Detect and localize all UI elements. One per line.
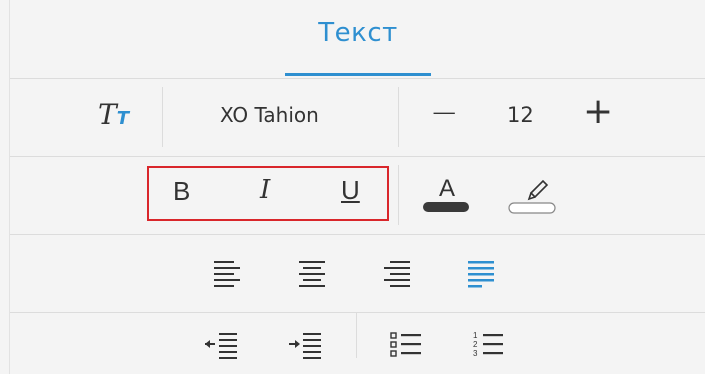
align-left-icon[interactable] [210, 257, 244, 291]
lists-row: 1 2 3 [10, 313, 705, 374]
indent-increase-icon[interactable] [287, 327, 323, 361]
divider [398, 165, 399, 225]
increase-font-size-button[interactable]: + [583, 91, 613, 132]
divider [162, 87, 163, 147]
align-justify-icon[interactable] [464, 257, 498, 291]
tab-active-indicator [285, 73, 431, 76]
numbered-list-icon[interactable]: 1 2 3 [470, 327, 506, 361]
font-style-icon-big: T [98, 98, 117, 131]
text-color-icon[interactable]: A [422, 165, 472, 215]
svg-text:3: 3 [473, 349, 478, 358]
formatting-row: B I U A [10, 157, 705, 235]
decrease-font-size-button[interactable]: − [430, 93, 459, 133]
svg-text:2: 2 [473, 340, 478, 349]
bullet-list-icon[interactable] [388, 327, 424, 361]
italic-button[interactable]: I [260, 175, 270, 205]
tab-text[interactable]: Текст [10, 18, 705, 48]
text-color-letter: A [439, 175, 455, 202]
indent-decrease-icon[interactable] [203, 327, 239, 361]
font-name-selector[interactable]: XO Tahion [220, 103, 319, 127]
tab-bar: Текст [10, 0, 705, 79]
font-size-value: 12 [507, 103, 534, 127]
font-style-icon-small: T [116, 108, 129, 129]
bold-button[interactable]: B [173, 176, 190, 207]
font-row: TT XO Tahion − 12 + [10, 79, 705, 157]
align-center-icon[interactable] [295, 257, 329, 291]
highlighter-icon[interactable] [507, 165, 557, 215]
divider [356, 313, 357, 358]
alignment-row [10, 235, 705, 313]
font-style-icon[interactable]: TT [98, 98, 129, 131]
underline-button[interactable]: U [341, 175, 360, 206]
svg-text:1: 1 [473, 331, 478, 340]
align-right-icon[interactable] [380, 257, 414, 291]
text-format-panel: Текст TT XO Tahion − 12 + B I U A 1 2 3 [9, 0, 705, 374]
divider [398, 87, 399, 147]
